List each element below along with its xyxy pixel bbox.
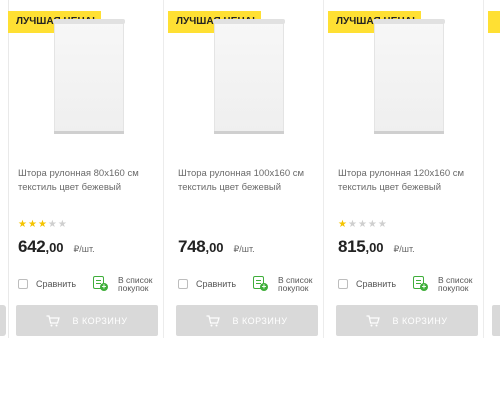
product-title[interactable]: Штора рулонная 100х160 см текстиль цвет …: [178, 167, 318, 195]
add-to-cart-button-partial-left[interactable]: [0, 305, 6, 336]
best-price-badge-partial: [488, 11, 500, 33]
add-to-cart-label[interactable]: В КОРЗИНУ: [72, 316, 127, 326]
list-add-icon[interactable]: +: [253, 276, 268, 291]
compare-checkbox[interactable]: [178, 279, 188, 289]
product-title[interactable]: Штора рулонная 120х160 см текстиль цвет …: [338, 167, 478, 195]
rating-stars: ★ ★ ★ ★ ★: [18, 219, 67, 230]
list-add-icon[interactable]: +: [93, 276, 108, 291]
star-icon: ★: [367, 219, 377, 230]
product-image[interactable]: [53, 19, 125, 134]
price-decimal: ,00: [365, 240, 384, 255]
star-icon: ★: [18, 219, 27, 230]
add-to-list-button[interactable]: + В список покупок: [413, 276, 483, 292]
star-icon: ★: [57, 219, 67, 230]
add-to-cart-button[interactable]: В КОРЗИНУ: [336, 305, 478, 336]
product-carousel: ЛУЧШАЯ ЦЕНА! Штора рулонная 80х160 см те…: [0, 0, 500, 340]
product-price: 815,00 ₽/шт.: [338, 237, 415, 257]
compare-label[interactable]: Сравнить: [36, 279, 76, 289]
star-icon: ★: [347, 219, 357, 230]
product-card[interactable]: ЛУЧШАЯ ЦЕНА! Штора рулонная 80х160 см те…: [8, 0, 164, 338]
add-to-list-button[interactable]: + В список покупок: [93, 276, 163, 292]
product-image[interactable]: [373, 19, 445, 134]
add-to-list-label[interactable]: В список покупок: [438, 276, 483, 293]
star-icon: ★: [47, 219, 57, 230]
price-integer: 815: [338, 237, 366, 256]
compare-control[interactable]: Сравнить: [178, 279, 236, 289]
price-unit: ₽/шт.: [393, 244, 415, 254]
product-card-partial-right[interactable]: [488, 0, 500, 338]
add-to-cart-label[interactable]: В КОРЗИНУ: [392, 316, 447, 326]
star-icon: ★: [338, 219, 347, 230]
price-unit: ₽/шт.: [73, 244, 95, 254]
product-card[interactable]: ЛУЧШАЯ ЦЕНА! Штора рулонная 120х160 см т…: [328, 0, 484, 338]
add-to-cart-button[interactable]: В КОРЗИНУ: [176, 305, 318, 336]
star-icon: ★: [377, 219, 387, 230]
compare-checkbox[interactable]: [18, 279, 28, 289]
price-unit: ₽/шт.: [233, 244, 255, 254]
price-integer: 642: [18, 237, 46, 256]
add-to-list-label[interactable]: В список покупок: [278, 276, 323, 293]
compare-checkbox[interactable]: [338, 279, 348, 289]
product-card[interactable]: ЛУЧШАЯ ЦЕНА! Штора рулонная 100х160 см т…: [168, 0, 324, 338]
list-add-icon[interactable]: +: [413, 276, 428, 291]
compare-control[interactable]: Сравнить: [18, 279, 76, 289]
product-price: 748,00 ₽/шт.: [178, 237, 255, 257]
add-to-cart-button[interactable]: В КОРЗИНУ: [16, 305, 158, 336]
star-icon: ★: [27, 219, 37, 230]
price-integer: 748: [178, 237, 206, 256]
product-price: 642,00 ₽/шт.: [18, 237, 95, 257]
add-to-list-button[interactable]: + В список покупок: [253, 276, 323, 292]
cart-icon: [206, 314, 221, 326]
cart-icon: [366, 314, 381, 326]
add-to-cart-button-partial-right[interactable]: [492, 305, 500, 336]
add-to-list-label[interactable]: В список покупок: [118, 276, 163, 293]
price-decimal: ,00: [45, 240, 64, 255]
product-image[interactable]: [213, 19, 285, 134]
compare-control[interactable]: Сравнить: [338, 279, 396, 289]
add-to-cart-label[interactable]: В КОРЗИНУ: [232, 316, 287, 326]
compare-label[interactable]: Сравнить: [196, 279, 236, 289]
star-icon: ★: [37, 219, 47, 230]
cart-icon: [46, 314, 61, 326]
rating-stars: ★ ★ ★ ★ ★: [338, 219, 387, 230]
star-icon: ★: [357, 219, 367, 230]
compare-label[interactable]: Сравнить: [356, 279, 396, 289]
price-decimal: ,00: [205, 240, 224, 255]
product-title[interactable]: Штора рулонная 80х160 см текстиль цвет б…: [18, 167, 158, 195]
